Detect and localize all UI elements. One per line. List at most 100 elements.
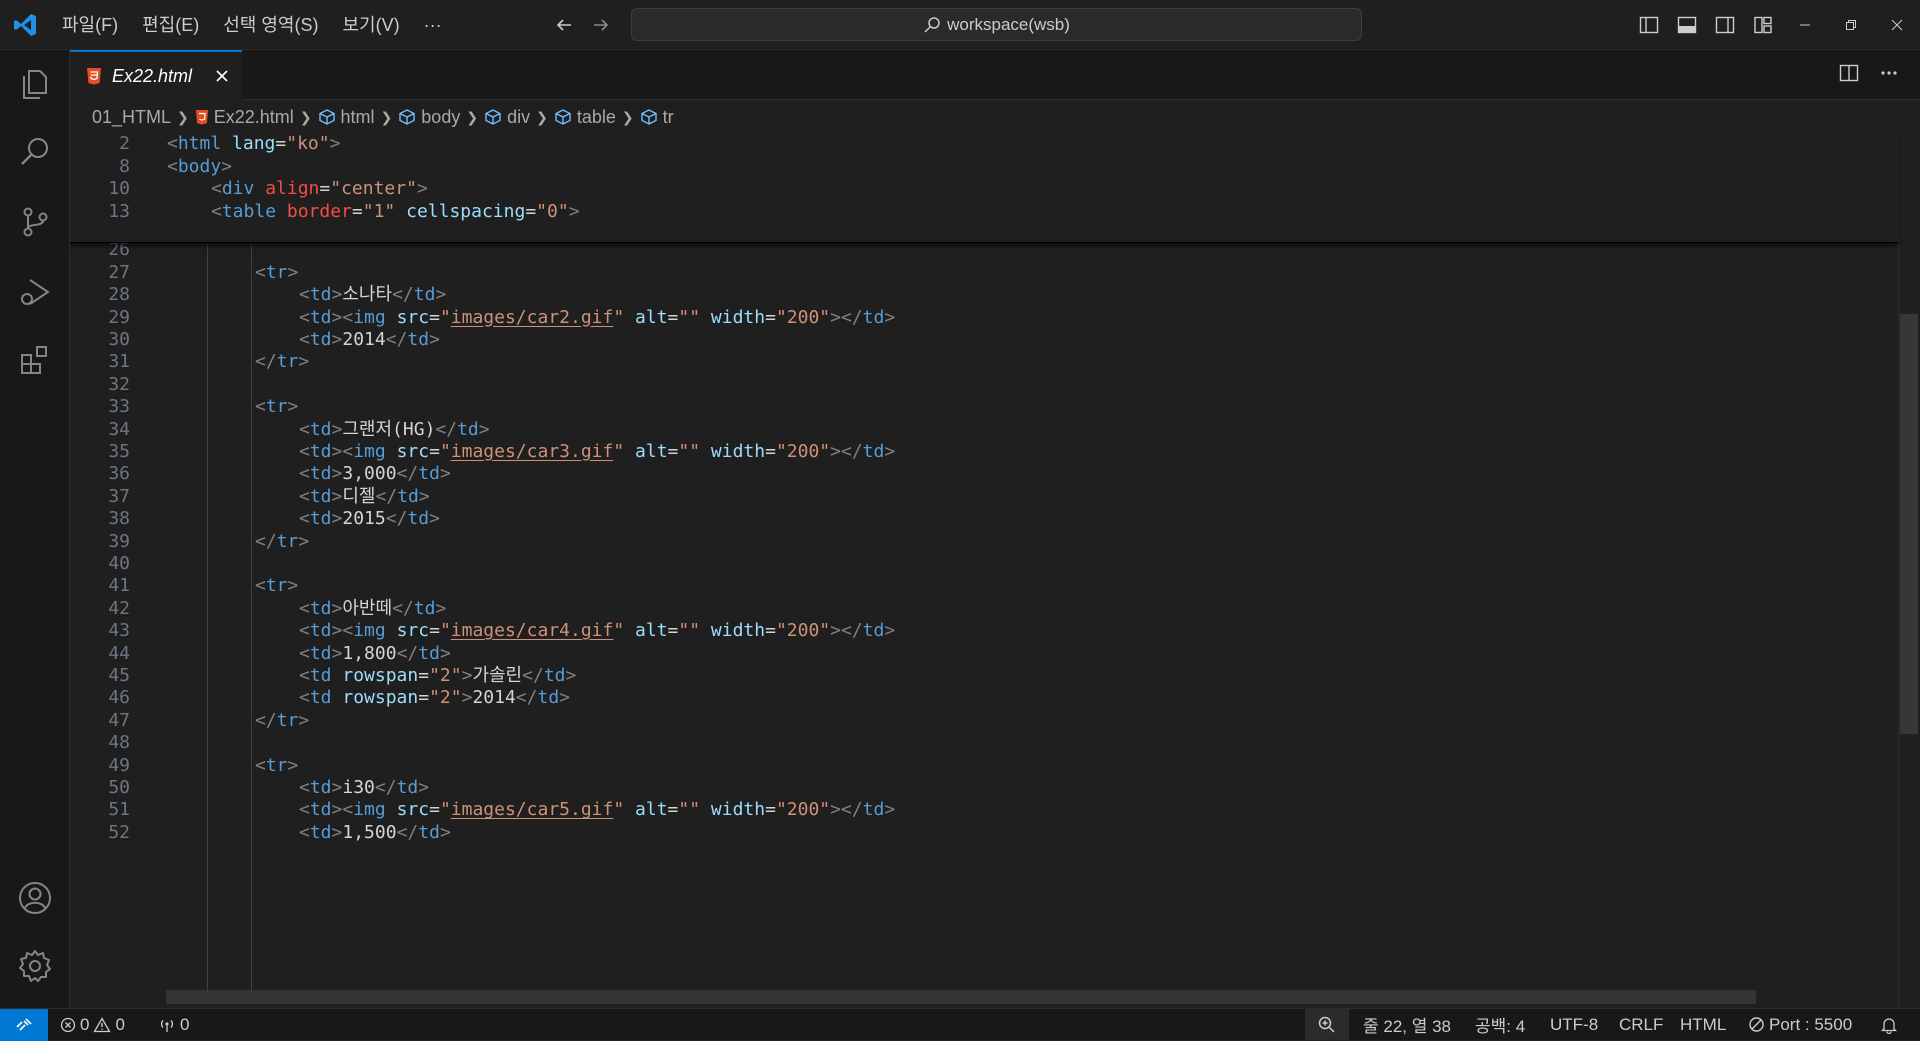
encoding[interactable]: UTF-8	[1550, 1009, 1598, 1040]
source-control-icon[interactable]	[13, 200, 57, 244]
menu-selection[interactable]: 선택 영역(S)	[211, 0, 330, 50]
indentation[interactable]: 공백: 4	[1475, 1009, 1525, 1040]
code-token: td	[413, 597, 436, 619]
code-token: td	[537, 687, 560, 709]
code-token: table	[221, 200, 277, 222]
code-token: >	[331, 463, 343, 485]
code-token: images/car5.gif	[450, 799, 614, 821]
menu-more[interactable]: ···	[412, 0, 454, 50]
remote-indicator-icon[interactable]	[0, 1009, 48, 1041]
code-token: <	[299, 799, 310, 821]
code-token: >	[298, 709, 310, 731]
code-token: tr	[265, 575, 288, 597]
code-token: 소나타	[342, 284, 393, 306]
back-arrow-icon[interactable]	[551, 12, 577, 38]
line-number: 52	[108, 821, 130, 843]
cursor-position[interactable]: 줄 22, 열 38	[1363, 1009, 1451, 1040]
breadcrumb-body[interactable]: body	[398, 107, 460, 128]
code-token: </	[396, 642, 419, 664]
menu-view[interactable]: 보기(V)	[330, 0, 411, 50]
code-token: >	[287, 575, 299, 597]
code-token: src	[396, 620, 430, 642]
editor-tab-bar: Ex22.html	[70, 50, 1920, 100]
code-token: =	[667, 799, 679, 821]
close-window-icon[interactable]	[1882, 10, 1912, 40]
horizontal-scrollbar[interactable]	[166, 990, 1756, 1004]
code-token: "2"	[429, 665, 462, 686]
code-token: =	[667, 441, 679, 462]
code-token: "0"	[536, 200, 569, 222]
command-center-search[interactable]: workspace(wsb)	[631, 8, 1362, 41]
code-token: >	[439, 642, 451, 664]
code-token: "	[439, 306, 451, 328]
code-editor[interactable]: 25</tr>2627<tr>28<td>소나타</td>29<td><img …	[70, 134, 1920, 1008]
close-icon[interactable]	[212, 66, 232, 86]
restore-icon[interactable]	[1836, 10, 1866, 40]
code-token: img	[353, 620, 386, 642]
code-token: =	[429, 620, 440, 642]
toggle-panel-icon[interactable]	[1672, 10, 1702, 40]
line-number: 13	[108, 200, 130, 222]
code-token: <	[299, 329, 310, 350]
forward-arrow-icon[interactable]	[588, 12, 614, 38]
more-actions-icon[interactable]	[1878, 62, 1900, 89]
manage-gear-icon[interactable]	[13, 944, 57, 988]
code-token: >	[331, 284, 343, 306]
code-text: <table border="1" cellspacing="0">	[211, 198, 580, 225]
vertical-scrollbar[interactable]	[1898, 134, 1920, 1008]
code-token: 1,800	[342, 642, 397, 664]
code-line[interactable]: 13 <table border="1" cellspacing="0">	[70, 198, 1898, 225]
menu-edit[interactable]: 편집(E)	[130, 0, 211, 50]
breadcrumb-folder[interactable]: 01_HTML	[92, 107, 171, 128]
code-token: =	[667, 620, 679, 642]
breadcrumb-file[interactable]: Ex22.html	[195, 107, 294, 128]
code-token: i30	[342, 777, 375, 798]
sticky-scroll-header[interactable]: 2 <html lang="ko"> 8 <body> 10 <div align="ce…	[70, 134, 1898, 243]
code-token: </	[255, 709, 277, 731]
code-token: =	[765, 799, 776, 821]
code-token: td	[309, 284, 332, 306]
code-token: </	[385, 508, 408, 530]
code-token: 디젤	[342, 485, 376, 507]
code-token: =	[765, 441, 776, 462]
breadcrumb-html[interactable]: html	[318, 107, 375, 128]
code-token: rowspan	[342, 665, 419, 686]
accounts-icon[interactable]	[13, 876, 57, 920]
menu-file[interactable]: 파일(F)	[50, 0, 130, 50]
tab-ex22-html[interactable]: Ex22.html	[70, 50, 242, 100]
breadcrumb-div[interactable]: div	[484, 107, 530, 128]
problems-indicator[interactable]: 0 0	[60, 1009, 125, 1040]
breadcrumb-table[interactable]: table	[554, 107, 616, 128]
toggle-primary-sidebar-icon[interactable]	[1634, 10, 1664, 40]
ports-indicator[interactable]: 0	[158, 1009, 189, 1040]
language-mode[interactable]: HTML	[1680, 1009, 1726, 1040]
scrollbar-thumb[interactable]	[1900, 314, 1918, 734]
element-cube-icon	[555, 109, 571, 125]
run-debug-icon[interactable]	[13, 270, 57, 314]
minimize-icon[interactable]	[1790, 10, 1820, 40]
notifications-bell-icon[interactable]	[1880, 1009, 1898, 1040]
activity-bar	[0, 50, 70, 1008]
code-line[interactable]: 52 <td>1,500</td>	[70, 819, 1898, 846]
vscode-logo-icon[interactable]	[12, 12, 38, 38]
breadcrumb-tr[interactable]: tr	[640, 107, 674, 128]
code-token: td	[407, 329, 430, 350]
customize-layout-icon[interactable]	[1748, 10, 1778, 40]
code-token: td	[418, 642, 440, 664]
explorer-icon[interactable]	[13, 62, 57, 106]
code-token: tr	[276, 709, 299, 731]
zoom-icon[interactable]	[1305, 1009, 1349, 1040]
end-of-line[interactable]: CRLF	[1619, 1009, 1663, 1040]
extensions-icon[interactable]	[13, 338, 57, 382]
split-editor-icon[interactable]	[1838, 62, 1860, 89]
search-view-icon[interactable]	[13, 130, 57, 174]
toggle-secondary-sidebar-icon[interactable]	[1710, 10, 1740, 40]
code-token: td	[862, 799, 885, 821]
live-server-port[interactable]: Port : 5500	[1748, 1009, 1852, 1040]
code-token: </	[396, 821, 419, 843]
